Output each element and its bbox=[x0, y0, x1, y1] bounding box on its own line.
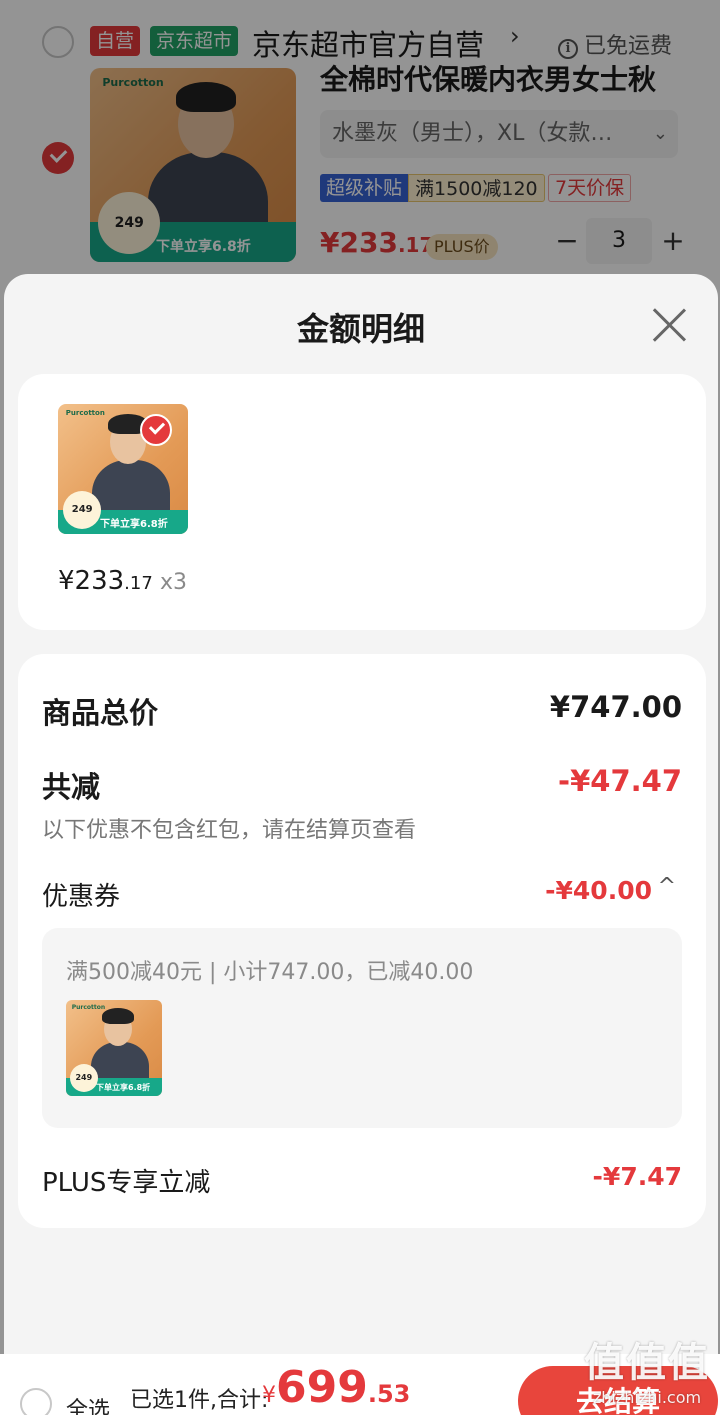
item-quantity: x3 bbox=[160, 570, 188, 595]
coupon-description: 满500减40元 | 小计747.00，已减40.00 bbox=[66, 960, 474, 985]
grand-total: ¥699.53 bbox=[262, 1362, 410, 1413]
price-badge: 249 bbox=[69, 1064, 98, 1093]
total-price-label: 商品总价 bbox=[42, 696, 159, 730]
total-discount-value: -¥47.47 bbox=[558, 764, 682, 798]
promo-band-text: 下单立享6.8折 bbox=[100, 519, 168, 530]
model-hair bbox=[102, 1008, 134, 1024]
chevron-up-icon[interactable]: ^ bbox=[658, 874, 676, 899]
plus-discount-label: PLUS专享立减 bbox=[42, 1168, 211, 1198]
watermark-url: zhizhizhi.com bbox=[592, 1388, 702, 1407]
selection-summary: 已选1件,合计: bbox=[130, 1388, 269, 1413]
plus-discount-value: -¥7.47 bbox=[592, 1162, 682, 1191]
select-all-radio[interactable] bbox=[20, 1388, 52, 1415]
close-icon[interactable] bbox=[650, 306, 688, 344]
sheet-title: 金额明细 bbox=[296, 310, 425, 348]
brand-logo: Purcotton bbox=[71, 1003, 106, 1011]
amount-detail-sheet: 金额明细 Purcotton 249 下单立享6.8折 ¥233.17 x3 商… bbox=[4, 274, 718, 1415]
coupon-label[interactable]: 优惠券 bbox=[42, 876, 120, 913]
item-checked-icon[interactable] bbox=[140, 414, 172, 446]
coupon-item-thumbnail[interactable]: Purcotton 249 下单立享6.8折 bbox=[66, 1000, 162, 1096]
select-all-label[interactable]: 全选 bbox=[66, 1392, 110, 1415]
price-integer: ¥233 bbox=[58, 566, 125, 596]
coupon-detail-box: 满500减40元 | 小计747.00，已减40.00 Purcotton 24… bbox=[42, 928, 682, 1128]
total-discount-label: 共减 bbox=[42, 770, 101, 804]
brand-logo: Purcotton bbox=[65, 409, 105, 418]
coupon-value[interactable]: -¥40.00 bbox=[545, 876, 652, 905]
total-decimal: .53 bbox=[367, 1380, 411, 1408]
selected-items-card: Purcotton 249 下单立享6.8折 ¥233.17 x3 bbox=[18, 374, 706, 630]
total-price-value: ¥747.00 bbox=[549, 690, 682, 724]
price-decimal: .17 bbox=[124, 573, 153, 594]
currency-symbol: ¥ bbox=[262, 1383, 276, 1408]
discount-note: 以下优惠不包含红包，请在结算页查看 bbox=[42, 818, 417, 843]
site-watermark: 值值值 zhizhizhi.com bbox=[584, 1330, 710, 1407]
price-badge: 249 bbox=[63, 490, 102, 529]
item-unit-price: ¥233.17 bbox=[58, 566, 153, 596]
price-breakdown-card: 商品总价 ¥747.00 共减 -¥47.47 以下优惠不包含红包，请在结算页查… bbox=[18, 654, 706, 1228]
watermark-logo: 值值值 bbox=[584, 1340, 710, 1386]
promo-band-text: 下单立享6.8折 bbox=[96, 1083, 151, 1092]
total-integer: 699 bbox=[276, 1362, 368, 1413]
